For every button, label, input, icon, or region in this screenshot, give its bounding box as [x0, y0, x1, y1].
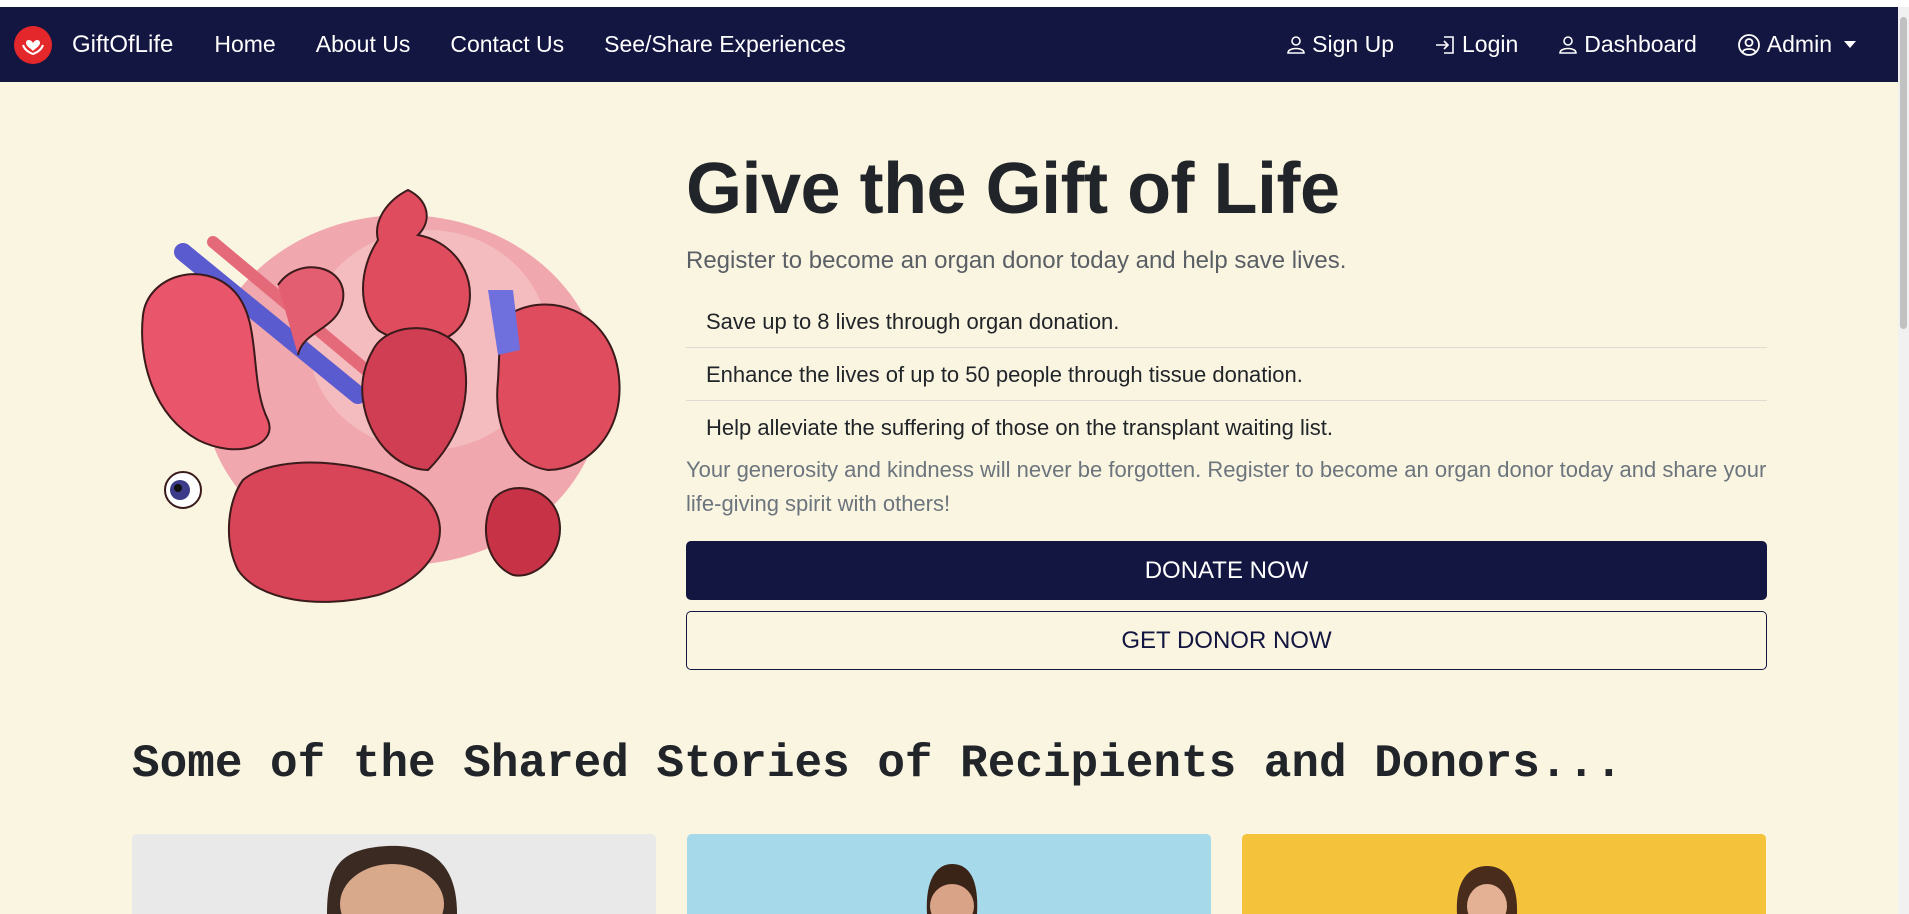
person-icon	[1287, 35, 1305, 54]
login-link[interactable]: Login	[1434, 31, 1518, 58]
sign-up-label: Sign Up	[1312, 31, 1394, 57]
nav-home-link[interactable]: Home	[214, 31, 275, 58]
closing-text: Your generosity and kindness will never …	[686, 457, 1767, 517]
nav-contact-link[interactable]: Contact Us	[450, 31, 564, 58]
sign-up-link[interactable]: Sign Up	[1286, 31, 1394, 58]
person-icon	[1559, 35, 1578, 54]
admin-label: Admin	[1766, 31, 1832, 57]
hero-subtitle: Register to become an organ donor today …	[686, 247, 1347, 275]
list-item: Enhance the lives of up to 50 people thr…	[686, 348, 1767, 402]
story-card[interactable]	[1242, 834, 1766, 914]
heart-hands-icon	[14, 25, 52, 64]
scrollbar-thumb[interactable]	[1900, 17, 1907, 329]
chevron-down-icon	[1844, 41, 1856, 48]
brand-name[interactable]: GiftOfLife	[72, 31, 173, 59]
get-donor-now-button[interactable]: GET DONOR NOW	[686, 611, 1767, 671]
nav-about-link[interactable]: About Us	[316, 31, 411, 58]
list-item: Help alleviate the suffering of those on…	[706, 415, 1333, 441]
admin-dropdown[interactable]: Admin	[1737, 31, 1856, 58]
dashboard-label: Dashboard	[1584, 31, 1697, 57]
organs-illustration	[128, 180, 658, 650]
benefit-list: Save up to 8 lives through organ donatio…	[686, 295, 1767, 453]
story-card[interactable]	[687, 834, 1211, 914]
man-portrait	[132, 834, 656, 914]
story-card[interactable]	[132, 834, 656, 914]
dashboard-link[interactable]: Dashboard	[1558, 31, 1697, 58]
list-item: Save up to 8 lives through organ donatio…	[686, 295, 1767, 349]
stories-title: Some of the Shared Stories of Recipients…	[132, 738, 1623, 790]
woman-portrait	[687, 834, 1211, 914]
scrollbar[interactable]	[1898, 7, 1909, 914]
nav-experiences-link[interactable]: See/Share Experiences	[604, 31, 846, 58]
hero-title: Give the Gift of Life	[686, 149, 1340, 229]
brand[interactable]: GiftOfLife	[14, 25, 173, 64]
woman-portrait	[1242, 834, 1766, 914]
hero-section: Give the Gift of Life Register to become…	[686, 149, 1767, 671]
nav-left: Home About Us Contact Us See/Share Exper…	[214, 31, 885, 58]
login-label: Login	[1461, 31, 1519, 57]
window-top-strip	[0, 0, 1909, 7]
navbar: GiftOfLife Home About Us Contact Us See/…	[0, 7, 1898, 82]
donate-now-button[interactable]: DONATE NOW	[686, 541, 1767, 601]
user-circle-icon	[1737, 33, 1760, 56]
login-icon	[1435, 35, 1454, 54]
nav-right: Sign Up Login Dashboard Admin	[1246, 31, 1856, 58]
